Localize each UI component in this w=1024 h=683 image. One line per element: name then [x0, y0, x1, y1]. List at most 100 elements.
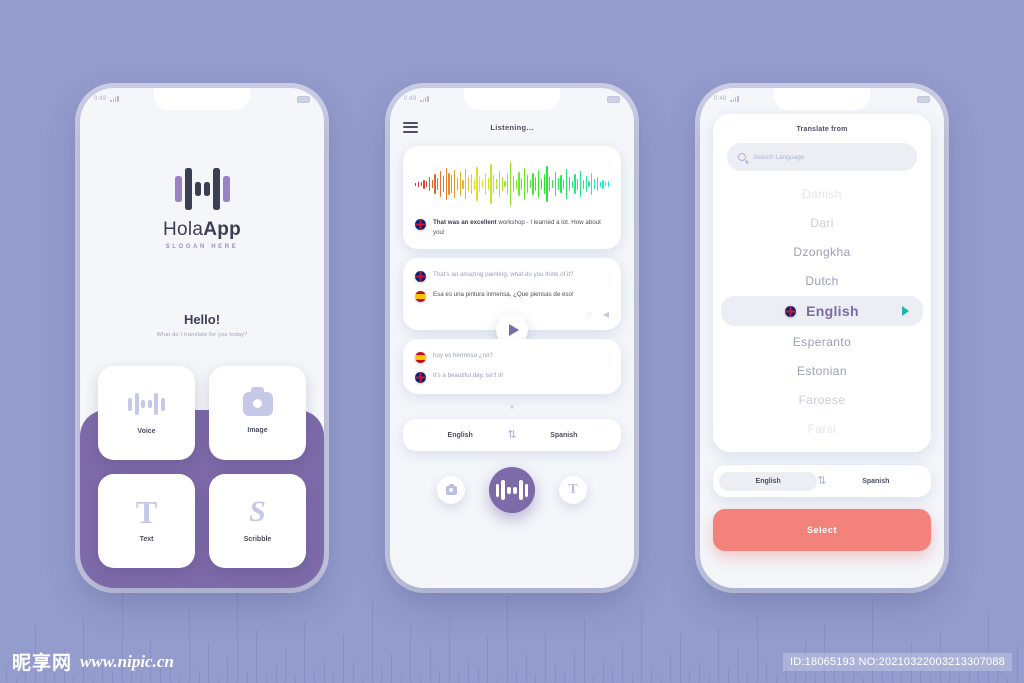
- language-item-selected[interactable]: English: [721, 296, 923, 326]
- language-item[interactable]: Dari: [723, 208, 921, 237]
- play-arrow-icon[interactable]: [902, 306, 909, 316]
- message-bubble-partial[interactable]: hoy es hermoso ¿no? It's a beautiful day…: [403, 339, 621, 395]
- language-from[interactable]: English: [719, 471, 818, 491]
- message-text-source: That's an amazing painting, what do you …: [433, 271, 574, 279]
- language-item[interactable]: Faroese: [723, 385, 921, 414]
- status-time: 0:48: [94, 96, 107, 102]
- phone-conversation: 0:48 Listening... That was an excellent …: [390, 88, 634, 588]
- status-bar: 0:48: [80, 88, 324, 110]
- language-to[interactable]: Spanish: [517, 432, 611, 439]
- search-input[interactable]: Search Language: [727, 143, 917, 171]
- message-text-translated: It's a beautiful day, isn't it!: [433, 372, 504, 380]
- text-icon: T: [135, 494, 158, 530]
- language-item[interactable]: Dutch: [723, 266, 921, 295]
- search-placeholder: Search Language: [753, 153, 805, 161]
- brand-name: HolaApp: [163, 219, 241, 241]
- flag-uk-icon: [415, 219, 426, 230]
- battery-icon: [297, 95, 310, 103]
- language-item[interactable]: Esperanto: [723, 327, 921, 356]
- status-bar: 0:48: [390, 88, 634, 110]
- mode-card-text[interactable]: T Text: [98, 474, 195, 568]
- status-time: 0:48: [404, 96, 417, 102]
- nav-camera-button[interactable]: [437, 476, 465, 505]
- mode-card-scribble[interactable]: S Scribble: [209, 474, 306, 568]
- listening-status: Listening...: [490, 122, 534, 132]
- language-list: Danish Dari Dzongkha Dutch English Esperanto E…: [721, 179, 923, 443]
- message-row: Esa es una pintura inmensa, ¿Que piensas…: [415, 290, 609, 303]
- language-switch-bar[interactable]: English ⇅ Spanish: [403, 419, 621, 452]
- nav-text-button[interactable]: T: [559, 476, 587, 505]
- signal-icon: [730, 96, 739, 102]
- phone-language-picker: 0:48 Translate from Search Language Dani…: [700, 88, 944, 588]
- conversation-header: Listening...: [403, 116, 621, 138]
- watermark-id: ID:18065193 NO:20210322003213307088: [783, 652, 1012, 671]
- brand-slogan: SLOGAN HERE: [165, 244, 239, 250]
- waveform-logo-icon: [174, 168, 230, 210]
- select-button[interactable]: Select: [713, 509, 931, 551]
- scribble-icon: S: [249, 495, 266, 528]
- camera-icon: [445, 483, 457, 495]
- flag-uk-icon: [785, 306, 797, 317]
- rainbow-waveform-icon: [414, 162, 610, 206]
- search-icon: [738, 153, 746, 161]
- message-row: It's a beautiful day, isn't it!: [415, 371, 609, 384]
- swap-icon[interactable]: ⇅: [507, 430, 516, 441]
- waveform-icon: [128, 391, 165, 417]
- message-text-translated: Esa es una pintura inmensa, ¿Que piensas…: [433, 291, 574, 299]
- mode-label-scribble: Scribble: [243, 536, 272, 543]
- message-text: That was an excellent workshop - I learn…: [433, 218, 609, 238]
- signal-icon: [110, 96, 119, 102]
- language-to[interactable]: Spanish: [827, 472, 925, 491]
- signal-icon: [420, 96, 429, 102]
- language-item[interactable]: Danish: [723, 179, 921, 208]
- thumbs-up-icon[interactable]: ☞: [586, 310, 593, 319]
- swap-icon[interactable]: ⇅: [817, 476, 826, 487]
- chevron-down-icon[interactable]: ▾: [403, 403, 621, 412]
- brand-app: App: [203, 219, 242, 240]
- greeting-subtitle: What do I translate for you today?: [156, 332, 248, 338]
- bottom-nav: T: [403, 467, 621, 514]
- message-row: That was an excellent workshop - I learn…: [415, 218, 609, 238]
- message-text-bold: That was an excellent: [433, 219, 497, 226]
- battery-icon: [607, 95, 620, 103]
- watermark-bar: 昵享网 www.nipic.cn ID:18065193 NO:20210322…: [0, 640, 1024, 683]
- text-icon: T: [568, 482, 578, 498]
- mode-card-image[interactable]: Image: [209, 366, 306, 460]
- mode-label-voice: Voice: [137, 428, 156, 435]
- language-switch-bar[interactable]: English ⇅ Spanish: [713, 465, 931, 497]
- status-time: 0:48: [714, 96, 727, 102]
- picker-title: Translate from: [796, 126, 848, 133]
- message-row: hoy es hermoso ¿no?: [415, 351, 609, 364]
- mode-label-image: Image: [247, 427, 268, 434]
- battery-icon: [917, 95, 930, 103]
- language-picker-card: Translate from Search Language Danish Dar…: [713, 114, 931, 452]
- flag-uk-icon: [415, 271, 426, 283]
- watermark-site-name: 昵享网: [12, 652, 73, 674]
- status-bar: 0:48: [700, 88, 944, 110]
- language-name: English: [806, 303, 859, 319]
- flag-uk-icon: [415, 372, 426, 384]
- hamburger-icon[interactable]: [403, 121, 418, 133]
- camera-icon: [242, 387, 273, 416]
- watermark-url: www.nipic.cn: [80, 651, 174, 671]
- language-item[interactable]: Farsi: [723, 414, 921, 443]
- language-item[interactable]: Dzongkha: [723, 237, 921, 266]
- message-bubble-translation[interactable]: That's an amazing painting, what do you …: [403, 258, 621, 347]
- nav-voice-button[interactable]: [489, 467, 535, 514]
- app-logo: HolaApp SLOGAN HERE: [163, 168, 241, 250]
- flag-es-icon: [415, 291, 426, 303]
- language-item[interactable]: Estonian: [723, 356, 921, 385]
- language-from[interactable]: English: [413, 432, 507, 439]
- brand-hola: Hola: [162, 219, 204, 240]
- message-row: That's an amazing painting, what do you …: [415, 270, 609, 283]
- input-mode-grid: Voice Image T Text S Scribble: [98, 366, 306, 568]
- share-icon[interactable]: ◀: [603, 310, 609, 319]
- flag-es-icon: [415, 352, 426, 364]
- mode-card-voice[interactable]: Voice: [98, 366, 195, 460]
- phone-onboarding: 0:48 HolaApp SLOGAN HERE Hello! What do …: [80, 88, 324, 588]
- mode-label-text: Text: [139, 536, 154, 543]
- message-text-source: hoy es hermoso ¿no?: [433, 352, 493, 360]
- message-bubble-waveform[interactable]: That was an excellent workshop - I learn…: [403, 146, 621, 250]
- waveform-icon: [495, 480, 529, 501]
- greeting-title: Hello!: [183, 312, 221, 327]
